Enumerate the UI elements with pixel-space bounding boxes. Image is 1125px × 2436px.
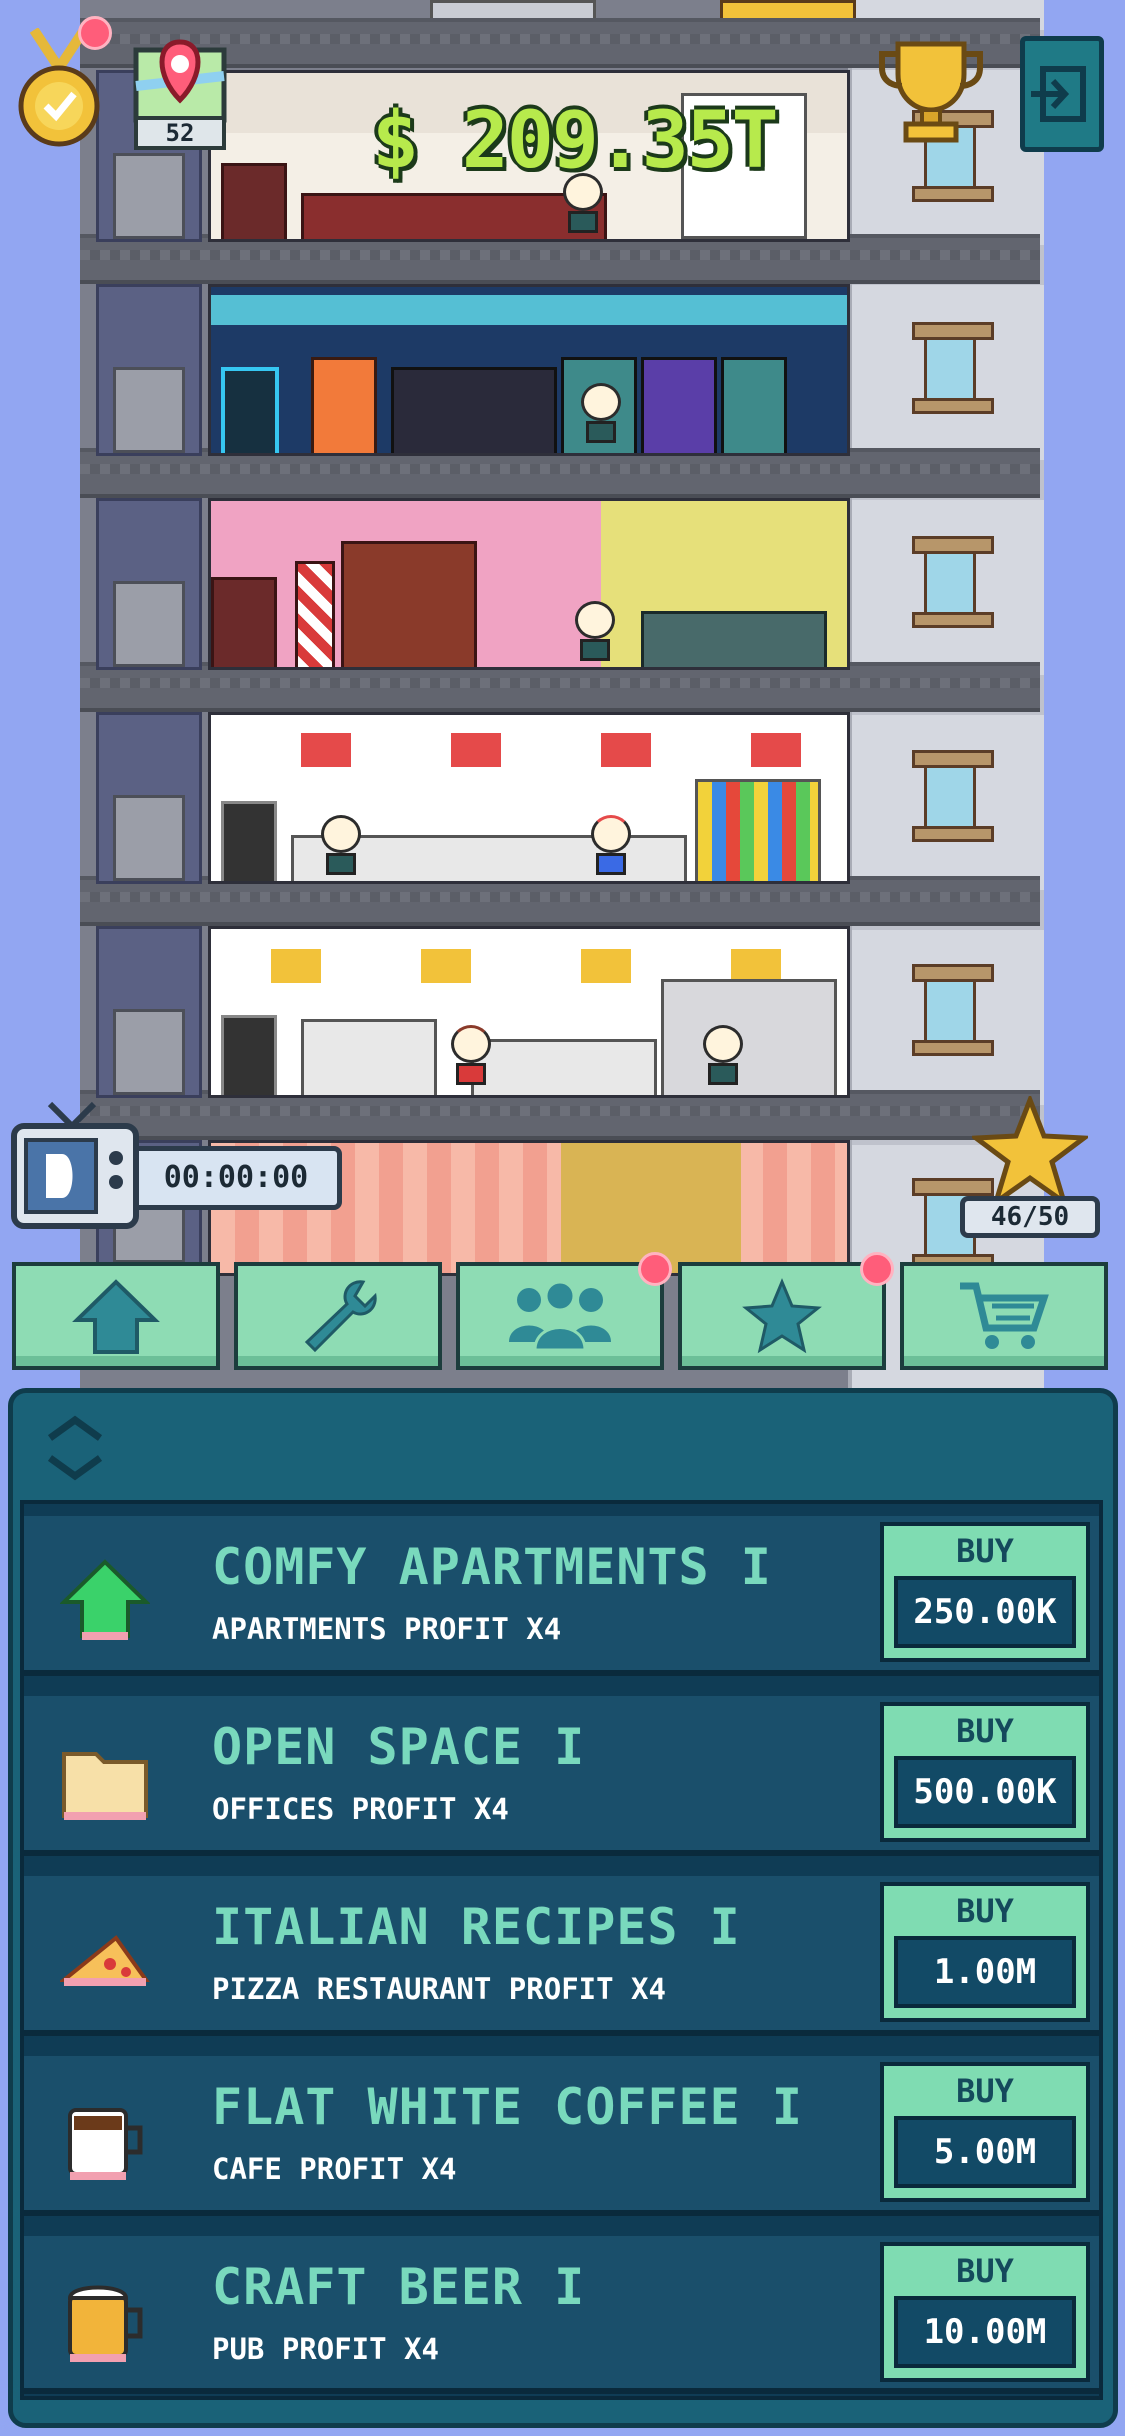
tv-icon (11, 1101, 139, 1229)
trophy-icon[interactable] (876, 34, 986, 144)
tab-home[interactable] (12, 1262, 220, 1370)
building-window (912, 964, 994, 1056)
elevator-shaft (96, 284, 202, 456)
upgrade-name: OPEN SPACE I (212, 1718, 586, 1776)
buy-price: 5.00M (894, 2116, 1076, 2188)
exit-button[interactable] (1020, 36, 1104, 152)
elevator-shaft (96, 498, 202, 670)
building-window (912, 536, 994, 628)
elevator-shaft (96, 926, 202, 1098)
tab-shop[interactable] (900, 1262, 1108, 1370)
timer-text: 00:00:00 (163, 1160, 309, 1195)
tab-boosts[interactable] (678, 1262, 886, 1370)
upgrade-description: OFFICES PROFIT X4 (212, 1792, 509, 1826)
upgrade-row: COMFY APARTMENTS I APARTMENTS PROFIT X4 … (24, 1516, 1099, 1676)
upgrade-name: FLAT WHITE COFFEE I (212, 2078, 803, 2136)
upgrade-description: CAFE PROFIT X4 (212, 2152, 457, 2186)
building-window (912, 750, 994, 842)
buy-label: BUY (956, 1892, 1014, 1930)
buy-label: BUY (956, 1712, 1014, 1750)
chevron-up-down-icon (47, 1415, 103, 1481)
upgrade-name: COMFY APARTMENTS I (212, 1538, 772, 1596)
upgrade-description: PIZZA RESTAURANT PROFIT X4 (212, 1972, 666, 2006)
people-icon (509, 1280, 611, 1352)
buy-label: BUY (956, 2072, 1014, 2110)
upgrade-row: OPEN SPACE I OFFICES PROFIT X4 BUY 500.0… (24, 1696, 1099, 1856)
buy-label: BUY (956, 1532, 1014, 1570)
upgrade-row: CRAFT BEER I PUB PROFIT X4 BUY 10.00M (24, 2236, 1099, 2394)
upgrade-name: CRAFT BEER I (212, 2258, 586, 2316)
stars-count: 46/50 (960, 1196, 1100, 1238)
building-window (912, 322, 994, 414)
exit-door-icon (1031, 66, 1086, 122)
tab-upgrades[interactable] (234, 1262, 442, 1370)
upgrade-name: ITALIAN RECIPES I (212, 1898, 741, 1956)
room-arcade[interactable] (208, 284, 850, 456)
panel-collapse-toggle[interactable] (40, 1408, 110, 1488)
cart-icon (960, 1282, 1049, 1349)
room-office-open-space[interactable] (208, 712, 850, 884)
upgrade-description: APARTMENTS PROFIT X4 (212, 1612, 562, 1646)
beer-icon (67, 2285, 143, 2362)
folder-icon (62, 1752, 148, 1820)
notification-dot (78, 16, 112, 50)
star-icon (972, 1096, 1088, 1206)
staff-notification-dot (638, 1252, 672, 1286)
money-balance: $ 209.35T (372, 96, 779, 186)
boosts-notification-dot (860, 1252, 894, 1286)
tab-staff[interactable] (456, 1262, 664, 1370)
buy-button[interactable]: BUY 500.00K (880, 1702, 1090, 1842)
star-progress[interactable]: 46/50 (960, 1096, 1100, 1246)
wrench-icon (304, 1280, 377, 1353)
buy-price: 250.00K (894, 1576, 1076, 1648)
buy-price: 500.00K (894, 1756, 1076, 1828)
house-icon (60, 1559, 150, 1640)
buy-button[interactable]: BUY 5.00M (880, 2062, 1090, 2202)
elevator-shaft (96, 712, 202, 884)
pizza-icon (60, 1935, 150, 1986)
room-office-computers[interactable] (208, 926, 850, 1098)
buy-button[interactable]: BUY 250.00K (880, 1522, 1090, 1662)
buy-price: 1.00M (894, 1936, 1076, 2008)
buy-button[interactable]: BUY 10.00M (880, 2242, 1090, 2382)
coffee-icon (68, 2108, 143, 2180)
upgrade-row: ITALIAN RECIPES I PIZZA RESTAURANT PROFI… (24, 1876, 1099, 2036)
buy-label: BUY (956, 2252, 1014, 2290)
room-pizza-restaurant[interactable] (208, 498, 850, 670)
house-icon (72, 1279, 160, 1354)
upgrade-description: PUB PROFIT X4 (212, 2332, 439, 2366)
map-button[interactable]: 52 (130, 36, 230, 156)
buy-button[interactable]: BUY 1.00M (880, 1882, 1090, 2022)
map-level-label: 52 (134, 116, 226, 150)
upgrade-row: FLAT WHITE COFFEE I CAFE PROFIT X4 BUY 5… (24, 2056, 1099, 2216)
video-ad-button[interactable]: 00:00:00 (10, 1098, 342, 1238)
star-icon (742, 1278, 822, 1354)
map-pin-icon (133, 39, 227, 123)
buy-price: 10.00M (894, 2296, 1076, 2368)
